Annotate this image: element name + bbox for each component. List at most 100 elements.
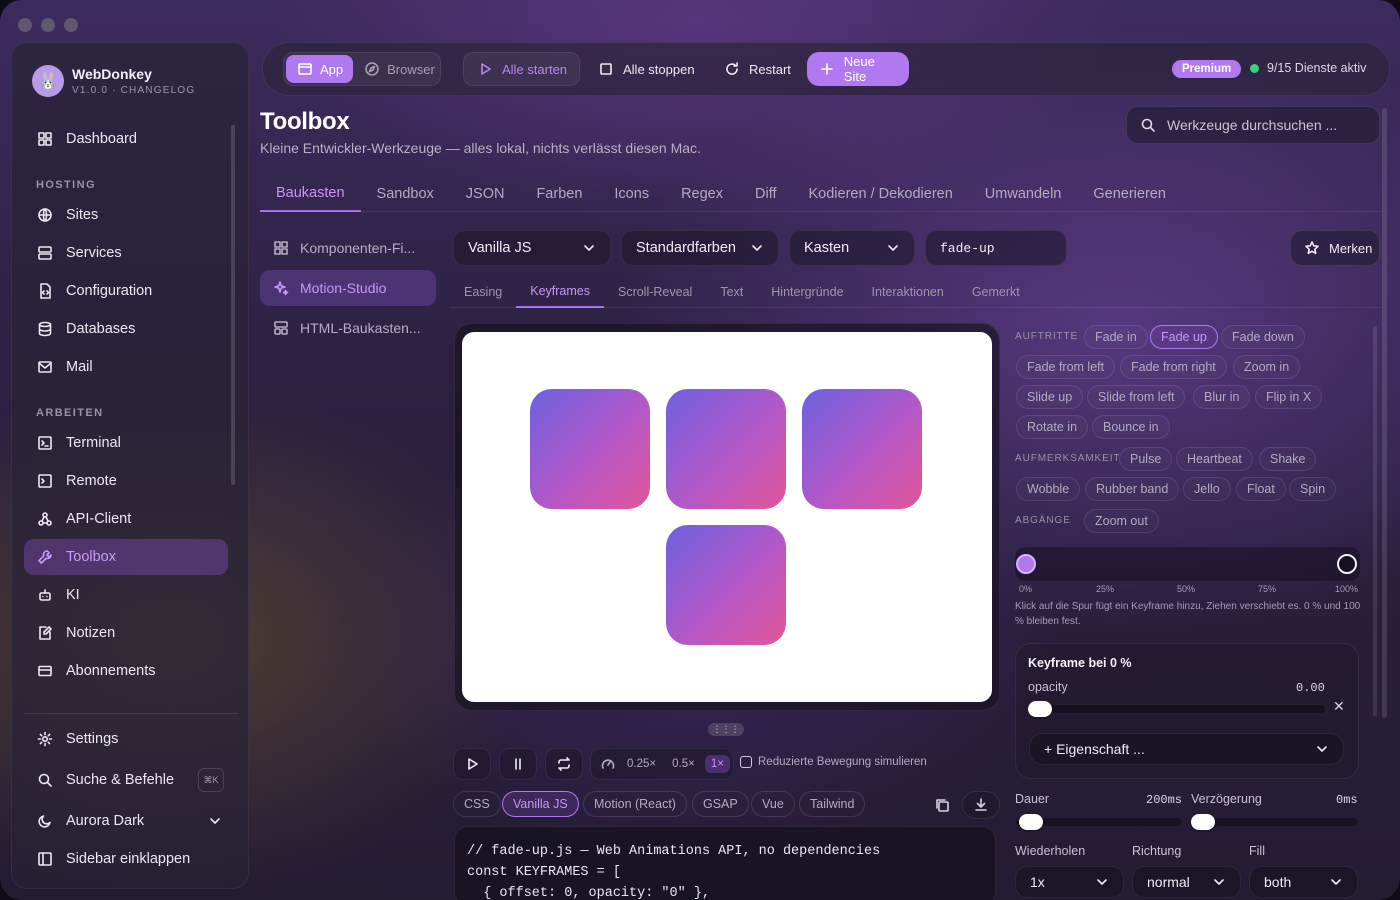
- app-version[interactable]: V1.0.0 · CHANGELOG: [72, 85, 195, 96]
- fw-vanilla-js[interactable]: Vanilla JS: [502, 791, 579, 817]
- start-all-button[interactable]: Alle starten: [463, 52, 581, 86]
- fw-css[interactable]: CSS: [453, 791, 501, 817]
- window-controls[interactable]: [18, 18, 78, 32]
- repeat-select[interactable]: 1x: [1015, 866, 1124, 898]
- subtab-interaktionen[interactable]: Interaktionen: [858, 276, 958, 308]
- theme-selector[interactable]: Aurora Dark: [24, 803, 228, 839]
- subtab-text[interactable]: Text: [706, 276, 757, 308]
- sidebar-item-abonnements[interactable]: Abonnements: [24, 653, 228, 689]
- sidebar-item-databases[interactable]: Databases: [24, 311, 228, 347]
- sidebar-item-mail[interactable]: Mail: [24, 349, 228, 385]
- opacity-slider-thumb[interactable]: [1028, 701, 1052, 717]
- sidebar-item-settings[interactable]: Settings: [24, 721, 228, 757]
- duration-slider-thumb[interactable]: [1019, 814, 1043, 830]
- preset-zoom-in[interactable]: Zoom in: [1233, 355, 1301, 379]
- preset-rubber-band[interactable]: Rubber band: [1085, 477, 1180, 501]
- sidebar-item-sites[interactable]: Sites: [24, 197, 228, 233]
- preset-heartbeat[interactable]: Heartbeat: [1176, 447, 1253, 471]
- pause-button[interactable]: [499, 748, 537, 780]
- preset-fade-down[interactable]: Fade down: [1221, 325, 1305, 349]
- opacity-slider[interactable]: [1028, 704, 1326, 714]
- tab-baukasten[interactable]: Baukasten: [260, 176, 361, 212]
- subtab-scroll-reveal[interactable]: Scroll-Reveal: [604, 276, 706, 308]
- tool-komponenten[interactable]: Komponenten-Fi...: [260, 230, 436, 266]
- fill-select[interactable]: both: [1249, 866, 1358, 898]
- keyframe-100-handle[interactable]: [1337, 554, 1357, 574]
- premium-badge[interactable]: Premium: [1172, 60, 1242, 78]
- code-output[interactable]: // fade-up.js — Web Animations API, no d…: [454, 826, 996, 900]
- preview-stage[interactable]: [462, 332, 992, 702]
- speed-1[interactable]: 1×: [704, 755, 730, 773]
- preset-rotate-in[interactable]: Rotate in: [1016, 415, 1089, 439]
- sidebar-scrollbar[interactable]: [231, 125, 235, 485]
- app-view-button[interactable]: App: [286, 55, 354, 83]
- preset-fade-from-left[interactable]: Fade from left: [1016, 355, 1116, 379]
- fw-tailwind[interactable]: Tailwind: [799, 791, 866, 817]
- play-button[interactable]: [453, 748, 491, 780]
- restart-button[interactable]: Restart: [711, 52, 803, 86]
- direction-select[interactable]: normal: [1132, 866, 1241, 898]
- sidebar-item-ki[interactable]: KI: [24, 577, 228, 613]
- preset-bounce-in[interactable]: Bounce in: [1092, 415, 1170, 439]
- subtab-easing[interactable]: Easing: [450, 276, 516, 308]
- tab-farben[interactable]: Farben: [520, 176, 598, 212]
- colors-select[interactable]: Standardfarben: [621, 230, 779, 266]
- preset-jello[interactable]: Jello: [1183, 477, 1231, 501]
- delay-slider-thumb[interactable]: [1191, 814, 1215, 830]
- subtab-hintergruende[interactable]: Hintergründe: [757, 276, 857, 308]
- tab-sandbox[interactable]: Sandbox: [361, 176, 450, 212]
- new-site-button[interactable]: Neue Site: [807, 52, 909, 86]
- sidebar-item-api-client[interactable]: API-Client: [24, 501, 228, 537]
- preset-blur-in[interactable]: Blur in: [1193, 385, 1251, 409]
- resize-grip-icon[interactable]: ⋮⋮⋮: [708, 723, 744, 736]
- tab-umwandeln[interactable]: Umwandeln: [969, 176, 1078, 212]
- keyframe-0-handle[interactable]: [1016, 554, 1036, 574]
- tab-diff[interactable]: Diff: [739, 176, 793, 212]
- tool-search-input[interactable]: [1167, 117, 1367, 133]
- checkbox[interactable]: [740, 756, 752, 768]
- delay-slider[interactable]: [1191, 817, 1359, 827]
- sidebar-item-toolbox[interactable]: Toolbox: [24, 539, 228, 575]
- add-property-select[interactable]: + Eigenschaft ...: [1029, 733, 1344, 765]
- sidebar-item-dashboard[interactable]: Dashboard: [24, 121, 228, 157]
- subtab-keyframes[interactable]: Keyframes: [516, 276, 604, 308]
- preset-fade-from-right[interactable]: Fade from right: [1120, 355, 1227, 379]
- fw-gsap[interactable]: GSAP: [692, 791, 749, 817]
- stop-all-button[interactable]: Alle stoppen: [585, 52, 707, 86]
- main-scrollbar[interactable]: [1382, 108, 1387, 718]
- sidebar-item-configuration[interactable]: Configuration: [24, 273, 228, 309]
- sidebar-item-search[interactable]: Suche & Befehle ⌘K: [24, 762, 228, 798]
- preset-zoom-out[interactable]: Zoom out: [1084, 509, 1159, 533]
- copy-button[interactable]: [923, 791, 961, 819]
- speed-05[interactable]: 0.5×: [666, 755, 701, 773]
- tool-motion-studio[interactable]: Motion-Studio: [260, 270, 436, 306]
- preset-flip-in-x[interactable]: Flip in X: [1255, 385, 1323, 409]
- preset-fade-up[interactable]: Fade up: [1150, 325, 1218, 349]
- tab-icons[interactable]: Icons: [598, 176, 665, 212]
- fw-motion-react[interactable]: Motion (React): [583, 791, 687, 817]
- sidebar-collapse[interactable]: Sidebar einklappen: [24, 841, 228, 877]
- tab-kodieren[interactable]: Kodieren / Dekodieren: [793, 176, 969, 212]
- preset-pulse[interactable]: Pulse: [1119, 447, 1173, 471]
- preset-slide-up[interactable]: Slide up: [1016, 385, 1084, 409]
- preset-shake[interactable]: Shake: [1259, 447, 1317, 471]
- preset-wobble[interactable]: Wobble: [1016, 477, 1081, 501]
- preset-float[interactable]: Float: [1236, 477, 1286, 501]
- sidebar-item-notizen[interactable]: Notizen: [24, 615, 228, 651]
- tab-regex[interactable]: Regex: [665, 176, 739, 212]
- panel-scrollbar[interactable]: [1373, 326, 1377, 716]
- reduced-motion-toggle[interactable]: Reduzierte Bewegung simulieren: [740, 756, 927, 768]
- subtab-gemerkt[interactable]: Gemerkt: [958, 276, 1034, 308]
- brand[interactable]: 🐰 WebDonkey V1.0.0 · CHANGELOG: [32, 65, 195, 97]
- sidebar-item-services[interactable]: Services: [24, 235, 228, 271]
- speed-025[interactable]: 0.25×: [621, 755, 662, 773]
- browser-view-button[interactable]: Browser: [353, 55, 445, 83]
- tab-generieren[interactable]: Generieren: [1077, 176, 1182, 212]
- preset-slide-from-left[interactable]: Slide from left: [1087, 385, 1186, 409]
- remove-property-icon[interactable]: ✕: [1333, 698, 1345, 715]
- framework-select[interactable]: Vanilla JS: [453, 230, 611, 266]
- animation-name-input[interactable]: fade-up: [925, 230, 1067, 266]
- shape-select[interactable]: Kasten: [789, 230, 915, 266]
- sidebar-item-remote[interactable]: Remote: [24, 463, 228, 499]
- keyframe-track[interactable]: [1015, 547, 1360, 581]
